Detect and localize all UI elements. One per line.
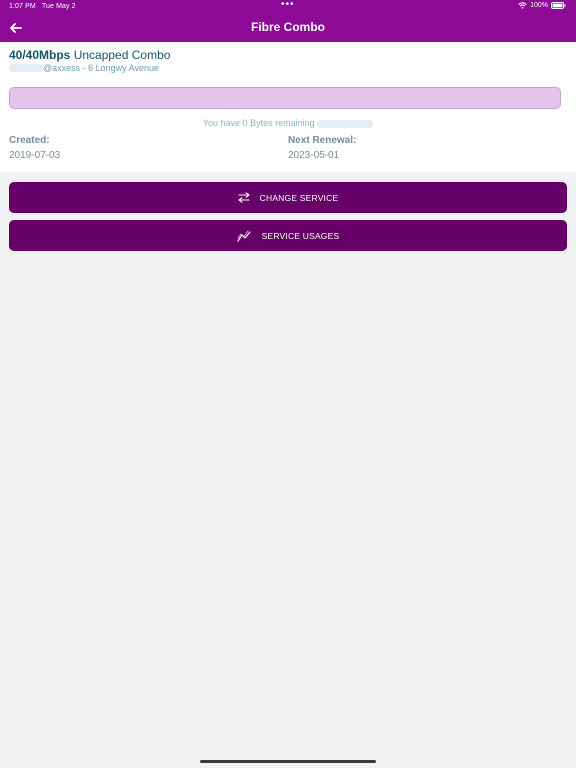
status-clock: 1:07 PM <box>9 3 36 10</box>
created-label: Created: <box>9 135 50 146</box>
battery-icon <box>551 2 566 9</box>
redacted-remaining <box>317 119 374 128</box>
change-service-label: CHANGE SERVICE <box>259 192 339 203</box>
renewal-label: Next Renewal: <box>288 135 357 146</box>
swap-arrows-icon <box>238 192 250 203</box>
account-address: @axxess - 6 Longwy Avenue <box>43 63 160 73</box>
status-indicators: 100% <box>518 2 566 9</box>
service-card: 40/40Mbps Uncapped Combo @axxess - 6 Lon… <box>0 42 576 172</box>
wifi-icon <box>518 2 527 9</box>
plan-speed: 40/40Mbps <box>9 48 71 62</box>
change-service-button[interactable]: CHANGE SERVICE <box>9 182 567 213</box>
multitask-dots[interactable]: ••• <box>281 0 295 10</box>
usage-progress-bar <box>9 87 561 109</box>
page-title: Fibre Combo <box>251 20 325 34</box>
app-header: 1:07 PM Tue May 2 ••• 100% Fibre Combo <box>0 0 576 42</box>
account-line: @axxess - 6 Longwy Avenue <box>9 63 159 73</box>
status-date: Tue May 2 <box>41 3 76 10</box>
remaining-text: You have 0 Bytes remaining <box>0 118 576 128</box>
home-indicator[interactable] <box>200 760 376 763</box>
status-time: 1:07 PM Tue May 2 <box>9 3 76 10</box>
trend-line-icon <box>237 230 252 242</box>
redacted-username <box>9 64 43 72</box>
service-usages-label: SERVICE USAGES <box>261 230 340 241</box>
plan-type: Uncapped Combo <box>70 48 171 62</box>
remaining-label: You have 0 Bytes remaining <box>202 118 315 128</box>
created-value: 2019-07-03 <box>9 150 61 161</box>
service-usages-button[interactable]: SERVICE USAGES <box>9 220 567 251</box>
renewal-value: 2023-05-01 <box>288 150 340 161</box>
plan-name: 40/40Mbps Uncapped Combo <box>9 48 170 62</box>
battery-percent: 100% <box>530 2 548 9</box>
